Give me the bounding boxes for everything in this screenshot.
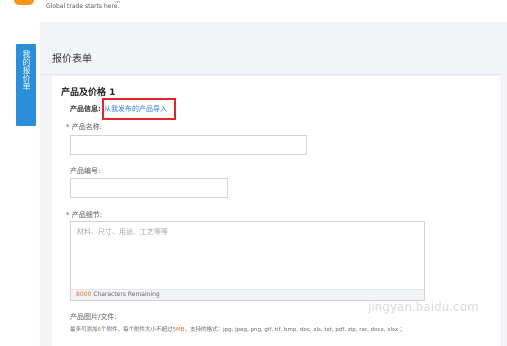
- product-name-label: * 产品名称:: [66, 122, 102, 132]
- character-counter-bar: 8000 Characters Remaining: [71, 289, 424, 300]
- detail-placeholder: 材料、尺寸、用途、工艺等等: [77, 228, 168, 236]
- watermark: jingyan.baidu.com: [368, 300, 479, 314]
- rules-max-size: 5MB: [172, 327, 185, 333]
- product-name-input[interactable]: [70, 135, 307, 155]
- page-title: 报价表单: [52, 54, 92, 65]
- top-bar: Global trade starts here. ™: [0, 0, 507, 22]
- product-detail-label-text: 产品细节:: [71, 211, 103, 219]
- character-counter: 8000 Characters Remaining: [76, 291, 160, 298]
- section-title: 产品及价格 1: [61, 88, 116, 98]
- product-detail-textarea[interactable]: 材料、尺寸、用途、工艺等等 8000 Characters Remaining: [70, 221, 425, 301]
- rules-prefix: 最多可添加: [70, 327, 98, 333]
- product-name-label-text: 产品名称:: [71, 123, 103, 131]
- form-header: [40, 44, 507, 74]
- slogan-mark: ™: [114, 0, 122, 8]
- upload-rules: 最多可添加6个附件，每个附件大小不超过5MB，支持的格式：jpg, jpeg, …: [70, 325, 405, 333]
- side-tab-label: 我的报价单: [22, 50, 31, 90]
- my-quotes-side-tab[interactable]: 我的报价单: [16, 44, 36, 163]
- product-number-label: 产品编号:: [70, 167, 101, 175]
- product-images-label: 产品图片/文件:: [70, 313, 117, 321]
- chevron-right-icon: [22, 148, 30, 167]
- logo-icon: [14, 0, 34, 5]
- character-remaining-text: Characters Remaining: [93, 291, 160, 298]
- product-info-label: 产品信息:: [70, 105, 101, 113]
- header-divider: [40, 74, 500, 75]
- rules-suffix: ，支持的格式：jpg, jpeg, png, gif, tif, bmp, do…: [184, 327, 406, 333]
- product-number-input[interactable]: [70, 178, 228, 198]
- character-count: 8000: [76, 291, 92, 298]
- product-detail-label: * 产品细节:: [66, 210, 102, 220]
- slogan: Global trade starts here.: [46, 3, 120, 10]
- highlight-annotation-box: [102, 98, 176, 120]
- rules-middle: 个附件，每个附件大小不超过: [101, 327, 173, 333]
